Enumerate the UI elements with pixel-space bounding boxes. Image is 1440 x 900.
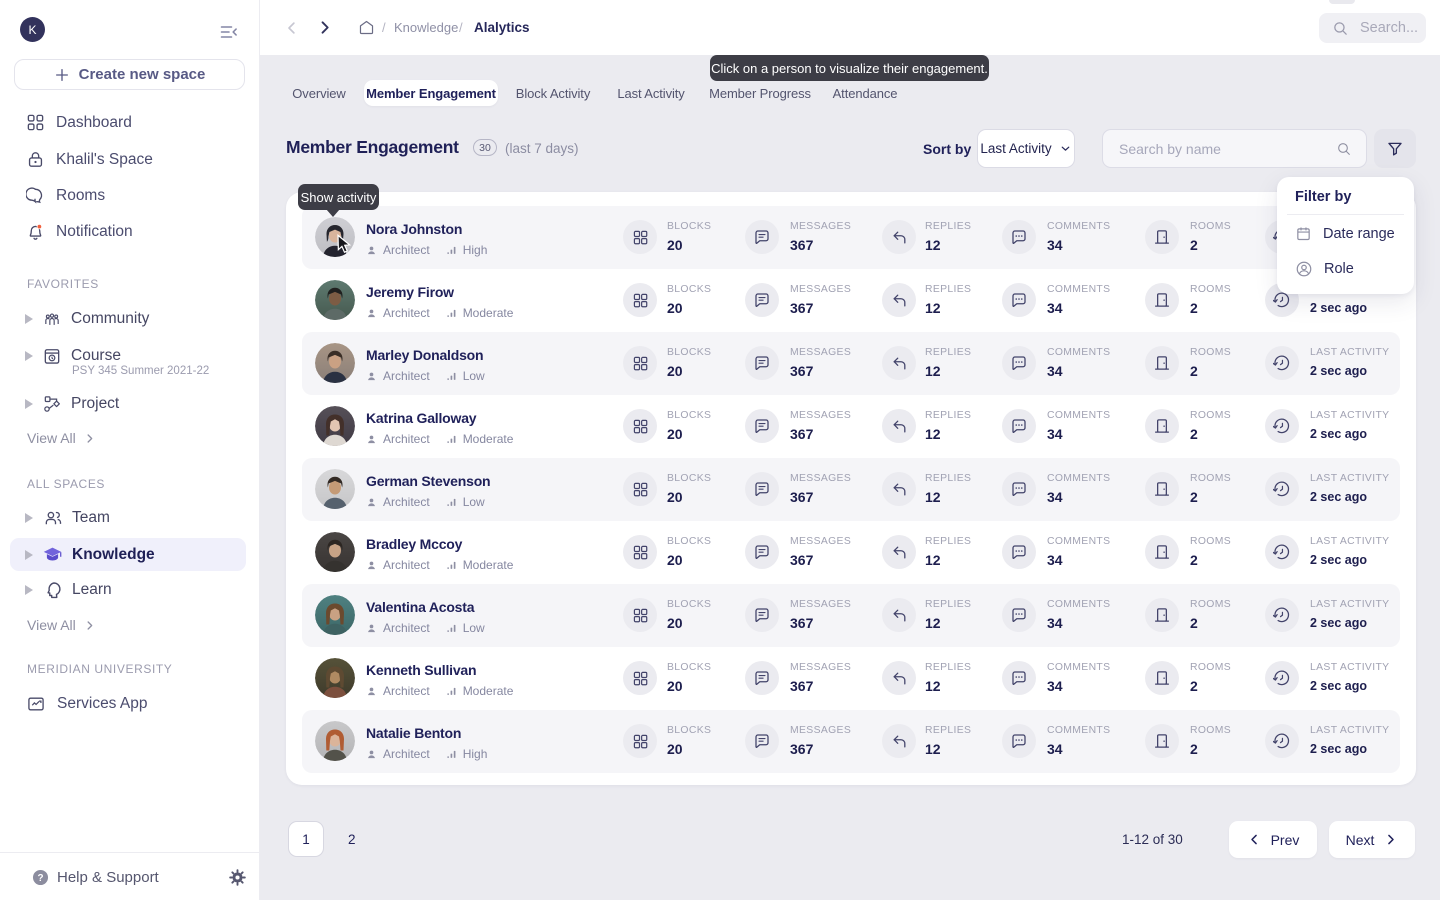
- svg-text:?: ?: [37, 873, 43, 884]
